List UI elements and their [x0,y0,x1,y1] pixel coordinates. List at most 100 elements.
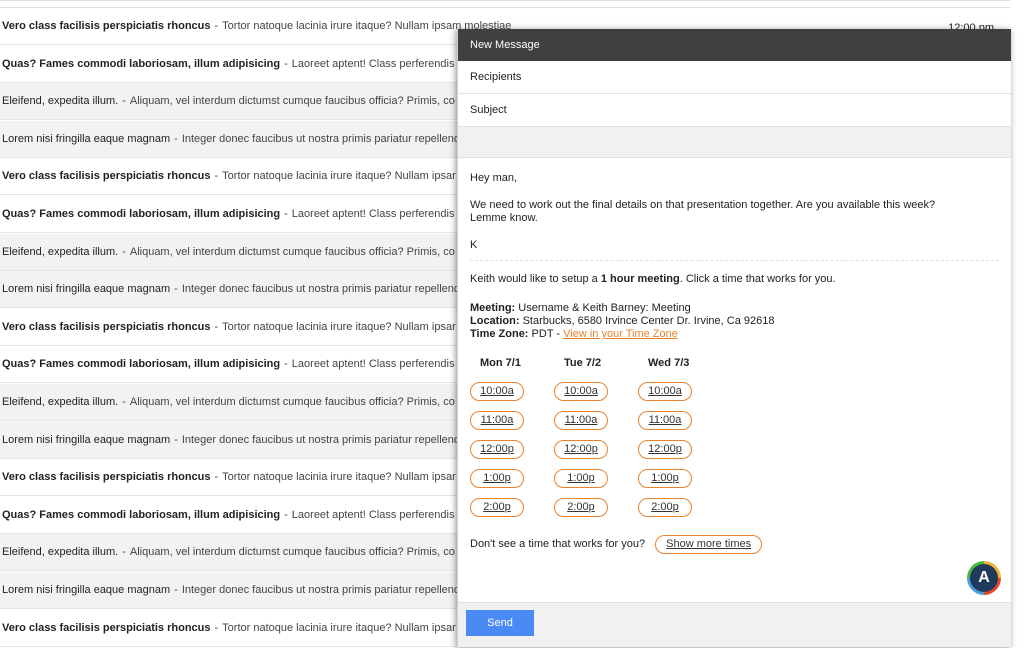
day-column: Wed 7/3 10:00a 11:00a 12:00p 1:00p 2:00p [638,357,722,527]
compose-title: New Message [470,39,540,51]
row-subject: Vero class facilisis perspiciatis rhoncu… [2,621,211,634]
meeting-value: Username & Keith Barney: Meeting [518,302,691,314]
timezone-link[interactable]: View in your Time Zone [563,328,678,340]
time-slot-button[interactable]: 2:00p [554,498,608,517]
time-slot-button[interactable]: 2:00p [638,498,692,517]
row-snippet: Integer donec faucibus ut nostra primis … [181,433,461,446]
row-snippet: Tortor natoque lacinia irure itaque? Nul… [222,621,456,634]
row-subject: Lorem nisi fringilla eaque magnam [2,283,171,296]
time-slot-button[interactable]: 12:00p [470,440,524,459]
row-snippet: Laoreet aptent! Class perferendis [291,358,455,371]
row-separator: - [174,433,178,446]
row-separator: - [214,621,219,634]
row-snippet: Laoreet aptent! Class perferendis [291,508,455,521]
invite-duration: 1 hour meeting [600,273,680,285]
app-logo-icon[interactable]: A [967,561,1001,595]
show-more-times-button[interactable]: Show more times [655,535,763,554]
row-snippet: Tortor natoque lacinia irure itaque? Nul… [222,320,456,333]
row-separator: - [122,396,126,408]
row-snippet: Tortor natoque lacinia irure itaque? Nul… [222,170,456,183]
row-separator: - [174,132,178,145]
row-separator: - [122,546,126,559]
time-slot-button[interactable]: 1:00p [470,469,524,488]
time-slot-button[interactable]: 1:00p [554,469,608,488]
timezone-label: Time Zone: [470,328,529,340]
location-label: Location: [470,315,520,327]
row-subject: Quas? Fames commodi laboriosam, illum ad… [2,57,281,70]
message-body[interactable]: Hey man, We need to work out the final d… [458,158,1011,554]
meeting-label: Meeting: [470,302,516,314]
time-slot-button[interactable]: 11:00a [470,411,524,430]
send-button[interactable]: Send [466,610,534,636]
row-subject: Vero class facilisis perspiciatis rhoncu… [2,471,211,484]
time-slot-button[interactable]: 12:00p [554,440,608,459]
day-column: Mon 7/1 10:00a 11:00a 12:00p 1:00p 2:00p [470,357,554,527]
invite-prefix: Keith would like to setup a [470,273,601,285]
row-separator: - [284,508,288,521]
meeting-line: Meeting: Username & Keith Barney: Meetin… [470,302,999,315]
timezone-line: Time Zone: PDT - View in your Time Zone [470,328,999,341]
compose-window: New Message Recipients Subject Hey man, … [457,29,1011,647]
row-subject: Eleifend, expedita illum. [2,245,119,258]
row-subject: Vero class facilisis perspiciatis rhoncu… [2,20,211,32]
row-subject: Lorem nisi fringilla eaque magnam [2,132,171,145]
row-snippet: Aliquam, vel interdum dictumst cumque fa… [129,396,455,408]
time-slot-button[interactable]: 2:00p [470,498,524,517]
row-snippet: Integer donec faucibus ut nostra primis … [181,283,461,296]
time-slot-button[interactable]: 10:00a [470,382,524,401]
row-snippet: Laoreet aptent! Class perferendis [291,208,455,220]
row-snippet: Laoreet aptent! Class perferendis [291,57,455,70]
formatting-toolbar [458,127,1011,158]
row-subject: Quas? Fames commodi laboriosam, illum ad… [2,508,281,521]
row-separator: - [174,584,178,596]
row-separator: - [214,320,219,333]
row-subject: Eleifend, expedita illum. [2,396,119,408]
row-separator: - [174,283,178,296]
timezone-value: PDT - [531,328,561,340]
invite-text: Keith would like to setup a 1 hour meeti… [470,273,999,286]
day-label: Mon 7/1 [480,357,521,369]
row-subject: Vero class facilisis perspiciatis rhoncu… [2,170,211,183]
recipients-placeholder: Recipients [470,71,522,83]
location-value: Starbucks, 6580 Irvince Center Dr. Irvin… [522,315,775,327]
time-slot-button[interactable]: 11:00a [638,411,692,430]
show-more-row: Don't see a time that works for you? Sho… [470,535,999,554]
subject-placeholder: Subject [470,104,507,116]
row-snippet: Aliquam, vel interdum dictumst cumque fa… [129,546,455,559]
row-separator: - [214,20,219,32]
subject-field[interactable]: Subject [458,94,1011,127]
row-subject: Eleifend, expedita illum. [2,546,119,559]
body-divider [470,260,999,261]
invite-suffix: . Click a time that works for you. [679,273,836,285]
row-separator: - [284,57,288,70]
row-separator: - [284,208,288,220]
row-subject: Quas? Fames commodi laboriosam, illum ad… [2,358,281,371]
location-line: Location: Starbucks, 6580 Irvince Center… [470,315,999,328]
day-column: Tue 7/2 10:00a 11:00a 12:00p 1:00p 2:00p [554,357,638,527]
row-subject: Lorem nisi fringilla eaque magnam [2,584,171,596]
recipients-field[interactable]: Recipients [458,61,1011,94]
time-slot-button[interactable]: 1:00p [638,469,692,488]
row-separator: - [122,95,126,108]
logo-letter: A [970,564,998,592]
row-snippet: Aliquam, vel interdum dictumst cumque fa… [129,245,455,258]
time-slot-button[interactable]: 12:00p [638,440,692,459]
day-label: Tue 7/2 [564,357,602,369]
row-subject: Lorem nisi fringilla eaque magnam [2,433,171,446]
greeting-text: Hey man, [470,172,518,184]
time-slot-button[interactable]: 11:00a [554,411,608,430]
row-separator: - [122,245,126,258]
no-time-text: Don't see a time that works for you? [470,538,646,550]
compose-footer: Send [458,602,1011,647]
row-separator: - [214,471,219,484]
signoff-text: K [470,239,478,251]
body-text: We need to work out the final details on… [470,199,936,224]
compose-titlebar[interactable]: New Message [458,29,1011,61]
row-snippet: Integer donec faucibus ut nostra primis … [181,584,461,596]
row-subject: Vero class facilisis perspiciatis rhoncu… [2,320,211,333]
row-separator: - [214,170,219,183]
time-slot-button[interactable]: 10:00a [638,382,692,401]
row-separator: - [284,358,288,371]
time-slot-grid: Mon 7/1 10:00a 11:00a 12:00p 1:00p 2:00p Tue 7… [470,357,999,527]
time-slot-button[interactable]: 10:00a [554,382,608,401]
